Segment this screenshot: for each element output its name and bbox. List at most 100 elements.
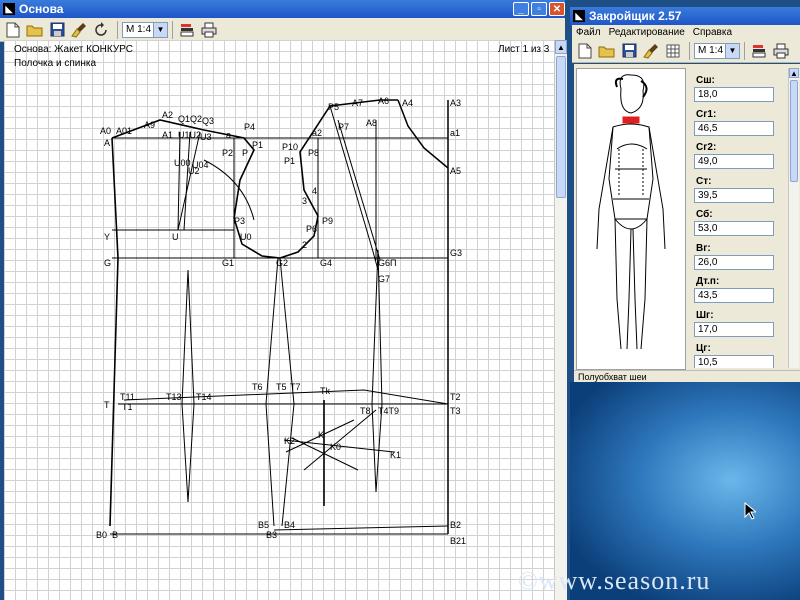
measurement-row: Шг: 17,0: [688, 303, 790, 337]
menu-file[interactable]: Файл: [576, 27, 601, 38]
scroll-up-icon[interactable]: ▲: [555, 40, 567, 54]
label-P1: P1: [252, 140, 264, 150]
label-G2: G2: [276, 258, 289, 268]
close-button[interactable]: ✕: [549, 2, 565, 16]
measurements-panel: Сш: 18,0 Сг1: 46,5 Сг2: 49,0 Ст: 39,5 Сб…: [574, 64, 800, 370]
measurement-input[interactable]: 18,0: [694, 87, 774, 102]
label-U1: U1U2: [178, 130, 202, 140]
measurement-label: Вг:: [696, 242, 711, 254]
print-icon[interactable]: [771, 41, 791, 61]
label-A: A: [104, 138, 111, 148]
label-T14: T14: [196, 392, 212, 402]
brush-icon[interactable]: [69, 20, 89, 40]
label-A01: A01: [116, 126, 133, 136]
export-icon[interactable]: [177, 20, 197, 40]
label-U: U: [172, 232, 179, 242]
label-A5: A5: [450, 166, 462, 176]
pattern-drawing: [109, 99, 449, 535]
measurement-input[interactable]: 53,0: [694, 221, 774, 236]
label-A2: A2: [162, 110, 174, 120]
label-P5: P5: [328, 102, 340, 112]
measurement-input[interactable]: 49,0: [694, 154, 774, 169]
measurement-row: Вг: 26,0: [688, 236, 790, 270]
toolbar-separator: [172, 20, 173, 39]
main-title-bar[interactable]: ◣ Основа _ ▫ ✕: [0, 0, 565, 18]
measurement-label: Дт.п:: [696, 276, 720, 287]
label-T2: T2: [450, 392, 461, 402]
label-T6: T6: [252, 382, 263, 392]
brush-icon[interactable]: [641, 41, 661, 61]
label-B4: B4: [284, 520, 296, 530]
label-U3: U3: [200, 132, 212, 142]
measurement-row: Сг1: 46,5: [688, 102, 790, 136]
label-A4: A4: [402, 98, 414, 108]
label-Y: Y: [104, 232, 111, 242]
minimize-button[interactable]: _: [513, 2, 529, 16]
label-U0: U0: [240, 232, 252, 242]
open-folder-icon[interactable]: [597, 41, 617, 61]
label-A9: A9: [144, 120, 156, 130]
label-3: 3: [302, 196, 308, 206]
scrollbar-thumb[interactable]: [790, 80, 798, 182]
label-P6: P6: [306, 224, 318, 234]
status-bar: Полуобхват шеи: [574, 370, 800, 382]
side-zoom-value: М 1:4: [698, 45, 724, 56]
new-file-icon[interactable]: [575, 41, 595, 61]
label-P4: P4: [244, 122, 256, 132]
measurement-label: Шг:: [696, 309, 714, 321]
label-G3: G3: [450, 248, 463, 258]
measurement-input[interactable]: 17,0: [694, 321, 774, 337]
measurement-input[interactable]: 43,5: [694, 288, 774, 303]
zoom-select[interactable]: М 1:4 ▼: [122, 21, 168, 38]
side-menubar: Файл Редактирование Справка: [572, 25, 800, 39]
label-P2: P2: [222, 148, 234, 158]
grid-icon[interactable]: [663, 41, 683, 61]
label-P: P: [242, 148, 249, 158]
label-U02: U2: [188, 166, 200, 176]
label-T7: T7: [290, 382, 301, 392]
measurement-input[interactable]: 26,0: [694, 254, 774, 270]
save-icon[interactable]: [47, 20, 67, 40]
menu-help[interactable]: Справка: [693, 27, 732, 38]
print-icon[interactable]: [199, 20, 219, 40]
side-toolbar: М 1:4 ▼: [572, 39, 800, 63]
refresh-icon[interactable]: [91, 20, 111, 40]
chevron-down-icon[interactable]: ▼: [725, 43, 739, 58]
measurement-input[interactable]: 39,5: [694, 187, 774, 203]
mouse-cursor-icon: [744, 502, 756, 520]
export-icon[interactable]: [749, 41, 769, 61]
measurements-scrollbar[interactable]: ▲: [788, 68, 799, 368]
save-icon[interactable]: [619, 41, 639, 61]
new-file-icon[interactable]: [3, 20, 23, 40]
app-icon: ◣: [573, 10, 585, 22]
pattern-canvas[interactable]: Основа: Жакет КОНКУРС Полочка и спинка Л…: [4, 40, 554, 600]
label-a2: a2: [312, 128, 323, 138]
label-K1: K1: [390, 450, 402, 460]
measurement-input[interactable]: 46,5: [694, 120, 774, 136]
label-G: G: [104, 258, 112, 268]
label-B2: B2: [450, 520, 462, 530]
measurement-input[interactable]: 10,5: [694, 355, 774, 368]
scrollbar-thumb[interactable]: [556, 56, 566, 198]
side-zoom-select[interactable]: М 1:4 ▼: [694, 42, 740, 59]
label-P3: P3: [234, 216, 246, 226]
woman-figure-icon: [596, 74, 666, 350]
measurement-row: Дт.п: 43,5: [688, 269, 790, 303]
label-B: B: [112, 530, 119, 540]
menu-edit[interactable]: Редактирование: [609, 27, 685, 38]
label-P10: P10: [282, 142, 299, 152]
measurement-label: Цг:: [696, 343, 711, 354]
label-A7: A7: [352, 98, 364, 108]
main-vertical-scrollbar[interactable]: ▲: [554, 40, 567, 600]
maximize-button[interactable]: ▫: [531, 2, 547, 16]
measurement-label: Сг1:: [696, 108, 717, 120]
open-folder-icon[interactable]: [25, 20, 45, 40]
side-title-bar[interactable]: ◣ Закройщик 2.57: [570, 7, 800, 25]
chevron-down-icon[interactable]: ▼: [153, 22, 167, 37]
side-window-title: Закройщик 2.57: [589, 9, 682, 23]
label-a: a: [226, 130, 232, 140]
label-P1b: P1: [284, 156, 296, 166]
scroll-up-icon[interactable]: ▲: [789, 68, 799, 78]
label-Tk: Tk: [320, 386, 330, 396]
main-window-title: Основа: [19, 2, 64, 16]
